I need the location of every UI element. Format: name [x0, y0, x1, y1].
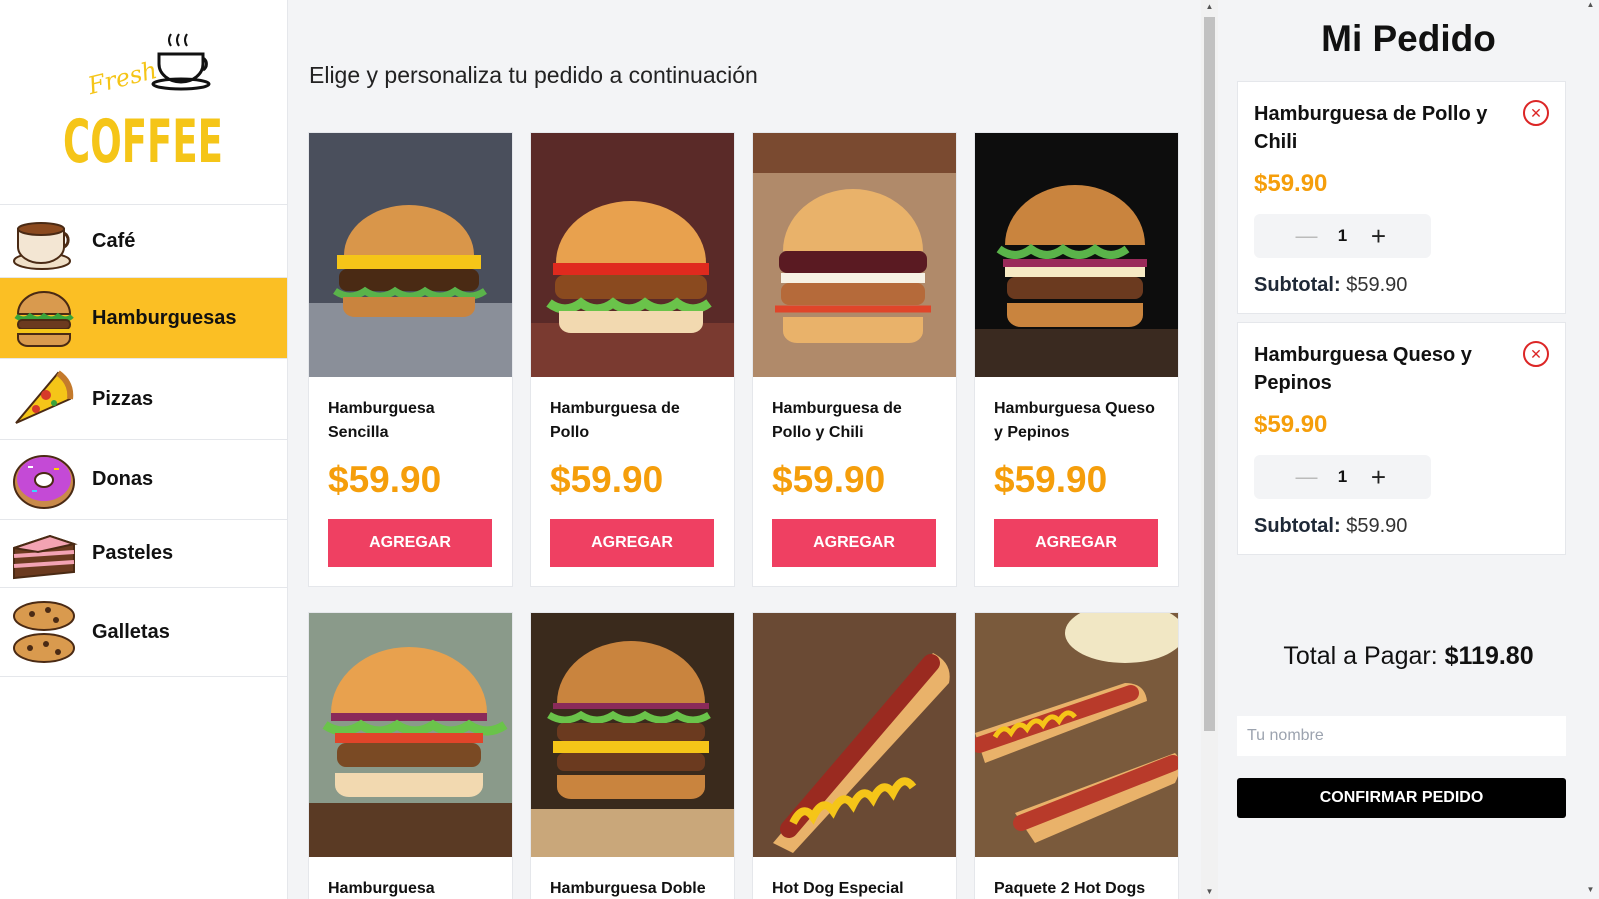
category-cafe[interactable]: Café	[0, 204, 287, 277]
product-price: $59.90	[772, 459, 886, 500]
customer-name-input[interactable]	[1237, 716, 1566, 756]
product-name: Hamburguesa Doble	[550, 880, 706, 897]
product-image	[975, 133, 1178, 377]
cookie-icon	[13, 601, 75, 663]
category-donas[interactable]: Donas	[0, 439, 287, 519]
decrease-button[interactable]: —	[1287, 464, 1327, 490]
increase-button[interactable]: +	[1359, 462, 1399, 493]
product-price: $59.90	[994, 459, 1108, 500]
category-pizzas[interactable]: Pizzas	[0, 358, 287, 439]
product-card: Hamburguesa de Pollo y Chili $59.90 AGRE…	[752, 132, 957, 587]
product-image	[753, 133, 956, 377]
category-label: Café	[92, 229, 136, 252]
order-title: Mi Pedido	[1321, 18, 1496, 59]
order-panel: Mi Pedido Hamburguesa de Pollo y Chili ✕…	[1218, 0, 1599, 899]
total-value: $119.80	[1444, 642, 1534, 670]
subtotal-label: Subtotal:	[1254, 515, 1341, 537]
product-card: Paquete 2 Hot Dogs	[974, 612, 1179, 899]
coffee-cup-icon	[13, 222, 71, 270]
decrease-button[interactable]: —	[1287, 223, 1327, 249]
order-item-subtotal: Subtotal: $59.90	[1254, 515, 1549, 538]
quantity-stepper: — 1 +	[1254, 455, 1431, 499]
burger-icon	[14, 291, 74, 347]
order-total: Total a Pagar: $119.80	[1218, 642, 1599, 671]
order-item-price: $59.90	[1254, 170, 1328, 197]
order-item-name: Hamburguesa Queso y Pepinos	[1254, 344, 1472, 394]
product-image	[531, 133, 734, 377]
product-card: Hamburguesa Queso y Pepinos $59.90 AGREG…	[974, 132, 1179, 587]
order-item-price: $59.90	[1254, 411, 1328, 438]
category-label: Pasteles	[92, 542, 174, 564]
remove-item-icon[interactable]: ✕	[1523, 100, 1549, 126]
cake-icon	[13, 534, 78, 579]
category-label: Galletas	[92, 620, 170, 643]
product-card: Hamburguesa Doble	[530, 612, 735, 899]
main-scrollbar[interactable]: ▲ ▼	[1201, 0, 1218, 899]
quantity-value: 1	[1337, 226, 1348, 245]
category-hamburguesas[interactable]: Hamburguesas	[0, 277, 287, 358]
category-label: Donas	[92, 468, 154, 490]
scrollbar-thumb[interactable]	[1204, 17, 1215, 731]
subtotal-label: Subtotal:	[1254, 274, 1341, 296]
quantity-stepper: — 1 +	[1254, 214, 1431, 258]
product-name: Hamburguesa Sencilla	[328, 400, 435, 441]
subtotal-value: $59.90	[1346, 515, 1408, 537]
product-name: Hamburguesa	[328, 880, 435, 897]
scroll-up-icon[interactable]: ▲	[1582, 0, 1599, 9]
scroll-down-icon[interactable]: ▼	[1201, 885, 1218, 899]
product-name: Hamburguesa de Pollo	[550, 400, 680, 441]
svg-text:Fresh: Fresh	[84, 56, 160, 100]
product-card: Hamburguesa de Pollo $59.90 AGREGAR	[530, 132, 735, 587]
donut-icon	[13, 454, 75, 509]
product-image	[309, 613, 512, 857]
category-label: Pizzas	[92, 387, 154, 410]
remove-item-icon[interactable]: ✕	[1523, 341, 1549, 367]
scroll-up-icon[interactable]: ▲	[1201, 0, 1218, 14]
category-label: Hamburguesas	[92, 306, 237, 329]
product-name: Hamburguesa de Pollo y Chili	[772, 400, 902, 441]
product-card: Hot Dog Especial	[752, 612, 957, 899]
product-image	[753, 613, 956, 857]
fresh-coffee-logo: Fresh COFFEE	[0, 0, 287, 204]
product-card: Hamburguesa Sencilla $59.90 AGREGAR	[308, 132, 513, 587]
product-image	[309, 133, 512, 377]
page-heading: Elige y personaliza tu pedido a continua…	[309, 62, 758, 88]
product-area: Elige y personaliza tu pedido a continua…	[288, 0, 1200, 899]
category-pasteles[interactable]: Pasteles	[0, 519, 287, 587]
add-button[interactable]: AGREGAR	[328, 519, 492, 567]
add-button[interactable]: AGREGAR	[994, 519, 1158, 567]
add-button[interactable]: AGREGAR	[772, 519, 936, 567]
product-name: Paquete 2 Hot Dogs	[994, 880, 1146, 897]
product-price: $59.90	[550, 459, 664, 500]
order-item-subtotal: Subtotal: $59.90	[1254, 274, 1549, 297]
svg-text:COFFEE: COFFEE	[63, 107, 223, 172]
scroll-down-icon[interactable]: ▼	[1582, 885, 1599, 894]
add-button[interactable]: AGREGAR	[550, 519, 714, 567]
product-card: Hamburguesa	[308, 612, 513, 899]
product-image	[531, 613, 734, 857]
pizza-icon	[15, 370, 74, 424]
product-name: Hamburguesa Queso y Pepinos	[994, 400, 1155, 441]
subtotal-value: $59.90	[1346, 274, 1408, 296]
product-name: Hot Dog Especial	[772, 880, 904, 897]
total-label: Total a Pagar:	[1283, 642, 1438, 670]
category-galletas[interactable]: Galletas	[0, 587, 287, 677]
product-image	[975, 613, 1178, 857]
order-scrollbar[interactable]: ▲ ▼	[1582, 0, 1599, 899]
quantity-value: 1	[1337, 467, 1348, 486]
order-item-name: Hamburguesa de Pollo y Chili	[1254, 103, 1488, 153]
order-item: Hamburguesa de Pollo y Chili ✕ $59.90 — …	[1237, 81, 1566, 314]
sidebar: Fresh COFFEE Café Hamburguesas Pizzas Do…	[0, 0, 288, 899]
increase-button[interactable]: +	[1359, 221, 1399, 252]
order-item: Hamburguesa Queso y Pepinos ✕ $59.90 — 1…	[1237, 322, 1566, 555]
product-price: $59.90	[328, 459, 442, 500]
confirm-order-button[interactable]: CONFIRMAR PEDIDO	[1237, 778, 1566, 818]
